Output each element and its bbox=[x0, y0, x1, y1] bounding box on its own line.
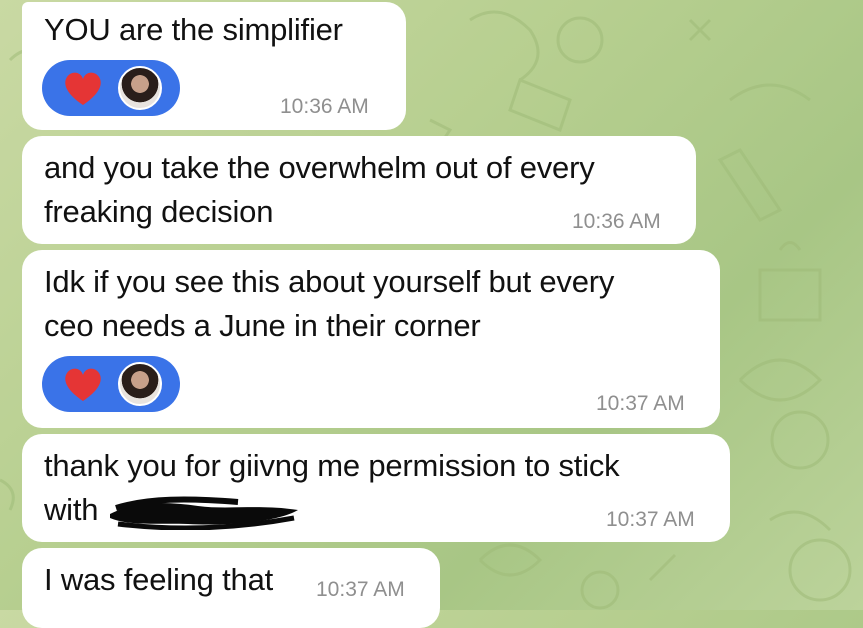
heart-icon bbox=[65, 368, 101, 401]
message-text: ceo needs a June in their corner bbox=[44, 308, 481, 343]
reaction-chip[interactable] bbox=[42, 356, 180, 412]
message-timestamp: 10:36 AM bbox=[280, 95, 369, 118]
message-timestamp: 10:37 AM bbox=[606, 508, 695, 531]
message-bubble[interactable]: and you take the overwhelm out of every … bbox=[22, 136, 696, 244]
heart-icon bbox=[65, 72, 101, 105]
reaction-chip[interactable] bbox=[42, 60, 180, 116]
message-text: with bbox=[44, 492, 99, 527]
message-text: I was feeling that bbox=[44, 562, 274, 597]
message-bubble[interactable]: I was feeling that 10:37 AM bbox=[22, 548, 440, 628]
redaction-scribble bbox=[110, 496, 298, 530]
message-text: YOU are the simplifier bbox=[44, 12, 343, 47]
message-timestamp: 10:37 AM bbox=[596, 392, 685, 415]
message-bubble[interactable]: YOU are the simplifier 10:36 AM bbox=[22, 2, 406, 130]
avatar bbox=[118, 362, 162, 406]
message-timestamp: 10:37 AM bbox=[316, 578, 405, 601]
message-bubble[interactable]: thank you for giivng me permission to st… bbox=[22, 434, 730, 542]
message-bubble[interactable]: Idk if you see this about yourself but e… bbox=[22, 250, 720, 428]
avatar bbox=[118, 66, 162, 110]
message-timestamp: 10:36 AM bbox=[572, 210, 661, 233]
message-text: Idk if you see this about yourself but e… bbox=[44, 264, 615, 299]
message-text: freaking decision bbox=[44, 194, 274, 229]
message-text: thank you for giivng me permission to st… bbox=[44, 448, 620, 483]
message-text: and you take the overwhelm out of every bbox=[44, 150, 595, 185]
